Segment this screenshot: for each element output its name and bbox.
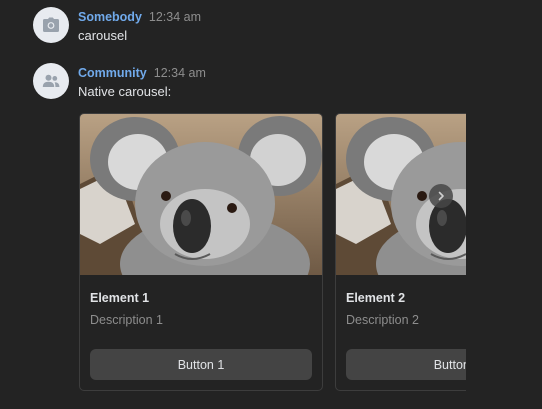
card-button[interactable]: Button 2 <box>346 349 466 380</box>
carousel-card[interactable]: Element 1 Description 1 Button 1 <box>79 113 323 391</box>
message-author[interactable]: Somebody <box>78 7 142 27</box>
carousel-next-button[interactable] <box>429 184 453 208</box>
avatar[interactable] <box>33 63 69 99</box>
message-text: carousel <box>78 28 128 43</box>
card-title: Element 1 <box>90 291 150 305</box>
card-button[interactable]: Button 1 <box>90 349 312 380</box>
message-text: Native carousel: <box>78 84 172 99</box>
koala-image <box>80 116 322 275</box>
avatar[interactable] <box>33 7 69 43</box>
chevron-right-icon <box>438 191 444 201</box>
carousel-card[interactable]: Element 2 Description 2 Button 2 <box>335 113 466 391</box>
card-image[interactable] <box>80 114 322 275</box>
camera-icon <box>43 17 59 32</box>
card-description: Description 2 <box>346 313 419 327</box>
message-author[interactable]: Community <box>78 63 147 83</box>
carousel[interactable]: Element 1 Description 1 Button 1 Element… <box>79 113 466 391</box>
users-icon <box>42 74 60 87</box>
message-time: 12:34 am <box>148 10 202 24</box>
card-title: Element 2 <box>346 291 406 305</box>
carousel-track: Element 1 Description 1 Button 1 Element… <box>79 113 466 391</box>
card-description: Description 1 <box>90 313 163 327</box>
message-time: 12:34 am <box>153 66 206 80</box>
